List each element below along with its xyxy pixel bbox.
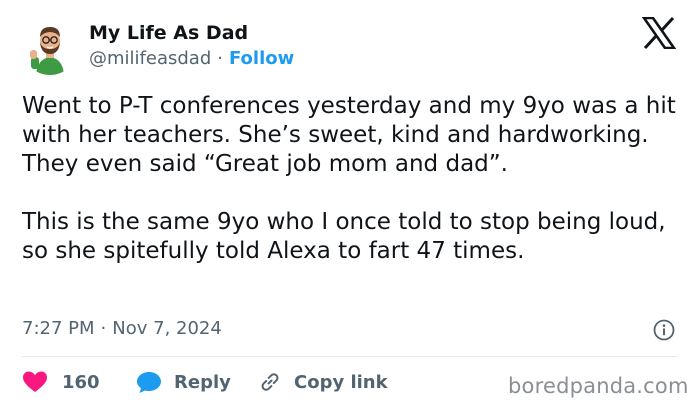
timestamp-separator: · bbox=[100, 318, 107, 339]
tweet-date: Nov 7, 2024 bbox=[112, 318, 222, 339]
tweet-time: 7:27 PM bbox=[22, 318, 95, 339]
like-button[interactable]: 160 bbox=[22, 370, 100, 394]
handle-separator: · bbox=[217, 48, 223, 69]
tweet-card: My Life As Dad @milifeasdad · Follow Went … bbox=[0, 0, 700, 410]
copy-link-button[interactable]: Copy link bbox=[258, 370, 388, 394]
reply-button[interactable]: Reply bbox=[136, 370, 231, 394]
author-handle[interactable]: @milifeasdad bbox=[89, 48, 211, 69]
cartoon-dad-avatar-icon bbox=[22, 19, 78, 75]
link-icon bbox=[261, 373, 279, 391]
x-logo-icon[interactable] bbox=[642, 17, 676, 49]
like-count: 160 bbox=[62, 371, 100, 393]
author-handle-row: @milifeasdad · Follow bbox=[89, 47, 294, 71]
info-icon[interactable] bbox=[652, 318, 676, 342]
tweet-timestamp[interactable]: 7:27 PM · Nov 7, 2024 bbox=[22, 317, 222, 341]
reply-label: Reply bbox=[174, 371, 231, 393]
tweet-paragraph: Went to P-T conferences yesterday and my… bbox=[22, 93, 676, 177]
heart-icon bbox=[23, 371, 47, 392]
copy-link-label: Copy link bbox=[294, 371, 388, 393]
tweet-paragraph: This is the same 9yo who I once told to … bbox=[22, 209, 666, 264]
speech-bubble-icon bbox=[137, 372, 161, 393]
tweet-text: Went to P-T conferences yesterday and my… bbox=[22, 92, 687, 266]
follow-button[interactable]: Follow bbox=[229, 48, 294, 69]
avatar[interactable] bbox=[22, 19, 78, 75]
watermark: boredpanda.com bbox=[508, 374, 689, 398]
divider bbox=[22, 356, 678, 357]
author-name[interactable]: My Life As Dad bbox=[89, 21, 248, 45]
